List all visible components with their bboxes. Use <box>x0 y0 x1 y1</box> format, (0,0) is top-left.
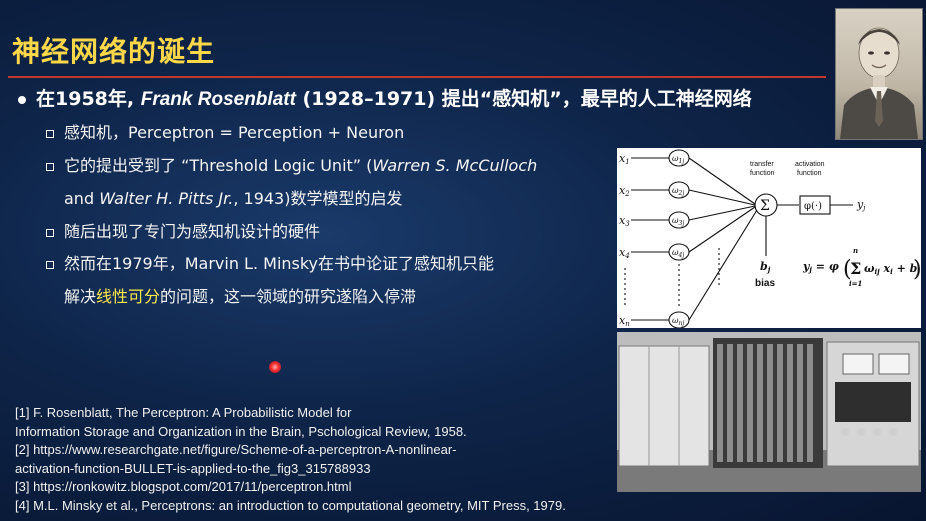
svg-text:x4: x4 <box>619 246 630 260</box>
main-bullet-rest: (1928–1971) 提出“感知机”，最早的人工神经网络 <box>295 88 752 110</box>
svg-text:xn: xn <box>619 314 630 328</box>
reference-line: [2] https://www.researchgate.net/figure/… <box>15 442 457 457</box>
svg-text:n: n <box>853 246 858 255</box>
sub-bullet-2-cont: and Walter H. Pitts Jr., 1943)数学模型的启发 <box>46 185 402 209</box>
svg-text:yj = φ: yj = φ <box>802 260 839 274</box>
highlight-text: 线性可分 <box>96 287 161 306</box>
reference-line: [4] M.L. Minsky et al., Perceptrons: an … <box>15 497 566 513</box>
reference-line: Information Storage and Organization in … <box>15 423 467 439</box>
reference-line: [1] F. Rosenblatt, The Perceptron: A Pro… <box>15 405 352 420</box>
formula: yj = φ ( Σ n i=1 ωij xi + bj ) <box>802 246 922 288</box>
transfer-label: transfer <box>750 161 774 168</box>
activation-label: activation <box>795 161 825 168</box>
sum-symbol: Σ <box>760 198 770 214</box>
sub-bullet-3: 随后出现了专门为感知机设计的硬件 <box>46 218 320 242</box>
svg-text:): ) <box>913 257 921 282</box>
svg-text:x2: x2 <box>619 184 630 198</box>
svg-text:ωnj: ωnj <box>672 316 684 327</box>
sub-bullet-text: 然而在1979年，Marvin L. Minsky在书中论证了感知机只能 <box>64 254 495 273</box>
svg-text:function: function <box>750 170 775 177</box>
perceptron-hardware-photo <box>617 332 921 492</box>
sub-bullet-text: and <box>64 189 100 208</box>
reference-line: [3] https://ronkowitz.blogspot.com/2017/… <box>15 479 352 494</box>
sub-bullet-text: 它的提出受到了 “Threshold Logic Unit” ( <box>64 156 373 175</box>
author-name: Warren S. McCulloch <box>372 156 538 175</box>
square-bullet-icon <box>46 129 54 138</box>
svg-text:x1: x1 <box>619 152 630 166</box>
sub-bullet-4-cont: 解决线性可分的问题，这一领域的研究遂陷入停滞 <box>46 283 416 307</box>
laser-pointer-icon <box>269 361 281 373</box>
sub-bullet-4: 然而在1979年，Marvin L. Minsky在书中论证了感知机只能 <box>46 250 494 274</box>
main-bullet-name: Frank Rosenblatt <box>140 89 296 110</box>
sub-bullet-1: 感知机，Perceptron = Perception + Neuron <box>46 119 404 143</box>
weight-labels: ω1j ω2j ω3j ω4j ωnj <box>672 154 684 327</box>
bias-label: bias <box>755 278 775 289</box>
square-bullet-icon <box>46 162 54 171</box>
square-bullet-icon <box>46 228 54 237</box>
sub-bullet-text: 解决 <box>64 287 97 306</box>
svg-text:ω2j: ω2j <box>672 186 684 197</box>
phi-box-label: φ(·) <box>804 201 822 212</box>
title-divider <box>8 76 826 78</box>
sub-bullet-text: 的问题，这一领域的研究遂陷入停滞 <box>160 287 417 306</box>
main-bullet-prefix: 在1958年, <box>36 88 141 110</box>
input-nodes: x1 x2 x3 x4 xn <box>619 152 630 328</box>
output-label: yj <box>856 198 866 212</box>
perceptron-diagram: x1 x2 x3 x4 xn ω1j ω2j ω3j ω4j ωnj Σ φ(·… <box>617 148 922 329</box>
svg-text:function: function <box>797 170 822 177</box>
svg-text:ω1j: ω1j <box>672 154 684 165</box>
rosenblatt-portrait <box>835 8 923 140</box>
svg-text:ωij xi + bj: ωij xi + bj <box>864 262 920 276</box>
svg-text:i=1: i=1 <box>849 279 862 288</box>
square-bullet-icon <box>46 260 54 269</box>
sub-bullet-text: 随后出现了专门为感知机设计的硬件 <box>64 222 321 241</box>
references: [1] F. Rosenblatt, The Perceptron: A Pro… <box>15 404 566 515</box>
svg-text:ω3j: ω3j <box>672 216 684 227</box>
sub-bullet-2: 它的提出受到了 “Threshold Logic Unit” (Warren S… <box>46 152 537 176</box>
bias-var: bj <box>760 260 771 274</box>
svg-text:x3: x3 <box>619 214 630 228</box>
author-name: Walter H. Pitts Jr. <box>99 189 234 208</box>
svg-text:Σ: Σ <box>850 259 861 278</box>
sub-bullet-text: , 1943)数学模型的启发 <box>233 189 403 208</box>
reference-line: activation-function-BULLET-is-applied-to… <box>15 460 371 476</box>
bullet-dot-icon <box>18 95 26 104</box>
slide-title: 神经网络的诞生 <box>12 35 216 68</box>
svg-text:ω4j: ω4j <box>672 248 684 259</box>
main-bullet: 在1958年, Frank Rosenblatt (1928–1971) 提出“… <box>18 84 752 111</box>
sub-bullet-text: 感知机，Perceptron = Perception + Neuron <box>64 123 405 142</box>
